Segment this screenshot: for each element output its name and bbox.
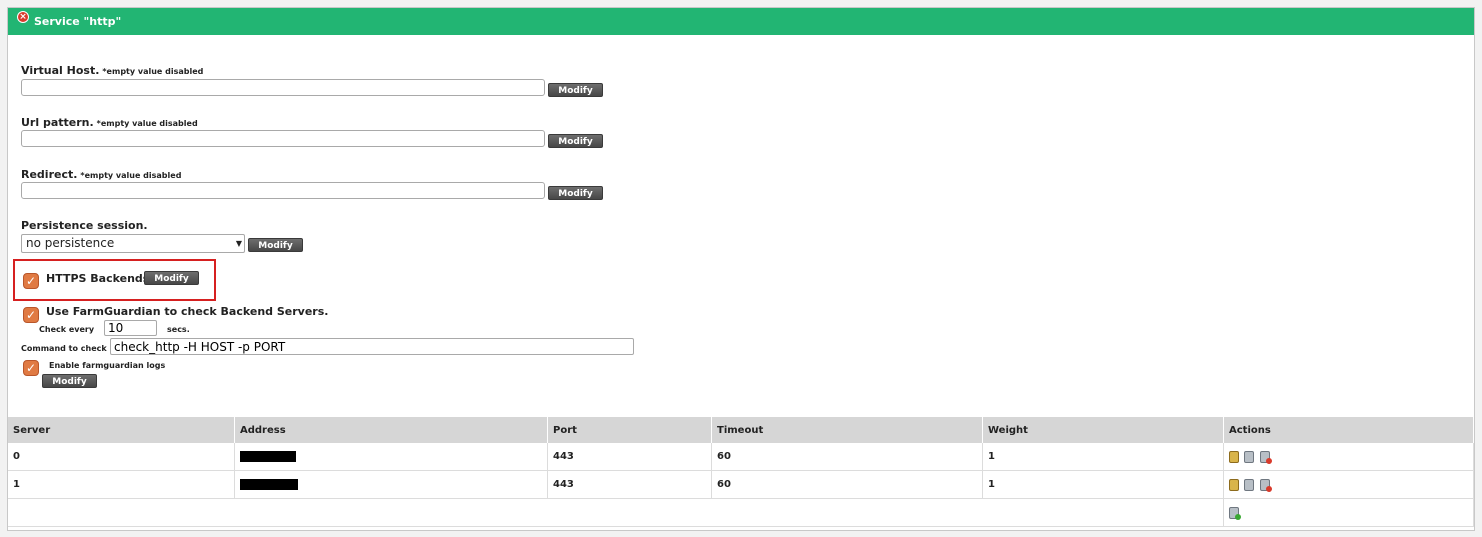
port-cell: 443 [547,470,712,499]
redacted-address [240,478,298,490]
servers-table: Server Address Port Timeout Weight Actio… [8,417,1474,527]
command-to-check-input[interactable] [110,338,634,355]
url-pattern-note: *empty value disabled [96,119,198,128]
redirect-label: Redirect. *empty value disabled [21,168,181,181]
redirect-modify-button[interactable]: Modify [548,186,603,200]
panel-header: × Service "http" [8,8,1474,35]
url-pattern-label: Url pattern. *empty value disabled [21,116,198,129]
persistence-modify-button[interactable]: Modify [248,238,303,252]
close-icon[interactable]: × [17,11,29,23]
server-delete-icon[interactable] [1259,478,1272,492]
edit-icon[interactable] [1229,478,1239,491]
secs-label: secs. [167,325,190,334]
column-header: Server [8,417,235,443]
url-pattern-label-text: Url pattern. [21,116,94,129]
redacted-address [240,450,296,462]
server-maintenance-icon[interactable] [1244,478,1255,491]
server-cell: 0 [8,443,235,471]
edit-icon[interactable] [1229,450,1239,463]
add-server-icon[interactable] [1229,506,1241,520]
column-header: Address [234,417,548,443]
column-header: Weight [982,417,1224,443]
virtual-host-input[interactable] [21,79,545,96]
add-badge-icon [1235,513,1241,520]
column-header: Port [547,417,712,443]
farmguardian-modify-button[interactable]: Modify [42,374,97,388]
persistence-select[interactable]: no persistence ▼ [21,234,245,253]
server-delete-icon[interactable] [1259,450,1272,464]
server-maintenance-icon[interactable] [1244,450,1255,463]
virtual-host-note: *empty value disabled [102,67,204,76]
delete-badge-icon [1265,485,1272,492]
https-backends-checkbox[interactable]: ✓ [23,273,39,289]
farmguardian-checkbox[interactable]: ✓ [23,307,39,323]
https-backends-modify-button[interactable]: Modify [144,271,199,285]
table-add-row [8,498,1474,527]
check-every-label: Check every [39,325,95,334]
weight-cell: 1 [982,443,1224,471]
redirect-input[interactable] [21,182,545,199]
farmguardian-label: Use FarmGuardian to check Backend Server… [46,305,329,318]
farmguardian-logs-label: Enable farmguardian logs [49,361,166,370]
delete-badge-icon [1265,457,1272,464]
address-cell [234,470,548,499]
panel-title: Service "http" [34,15,122,28]
https-backends-label: HTTPS Backends. [46,272,154,285]
column-header: Timeout [711,417,983,443]
url-pattern-input[interactable] [21,130,545,147]
address-cell [234,443,548,471]
checkmark-icon: ✓ [25,274,37,288]
redirect-label-text: Redirect. [21,168,78,181]
redirect-note: *empty value disabled [80,171,182,180]
farmguardian-logs-checkbox[interactable]: ✓ [23,360,39,376]
service-panel: × Service "http" Virtual Host. *empty val… [7,7,1475,531]
virtual-host-label-text: Virtual Host. [21,64,100,77]
dropdown-arrow-icon: ▼ [235,239,242,248]
timeout-cell: 60 [711,470,983,499]
checkmark-icon: ✓ [25,361,37,375]
persistence-selected-value: no persistence [26,236,115,250]
virtual-host-label: Virtual Host. *empty value disabled [21,64,203,77]
empty-cell [8,498,1224,527]
actions-cell [1223,443,1474,471]
column-header: Actions [1223,417,1474,443]
check-every-input[interactable] [104,320,157,336]
port-cell: 443 [547,443,712,471]
virtual-host-modify-button[interactable]: Modify [548,83,603,97]
url-pattern-modify-button[interactable]: Modify [548,134,603,148]
actions-cell [1223,470,1474,499]
command-to-check-label: Command to check [21,344,107,353]
table-row: 1 443 60 1 [8,470,1474,499]
table-header-row: Server Address Port Timeout Weight Actio… [8,417,1474,443]
weight-cell: 1 [982,470,1224,499]
checkmark-icon: ✓ [25,308,37,322]
table-row: 0 443 60 1 [8,443,1474,471]
server-cell: 1 [8,470,235,499]
timeout-cell: 60 [711,443,983,471]
persistence-label: Persistence session. [21,219,148,232]
actions-cell [1223,498,1474,527]
